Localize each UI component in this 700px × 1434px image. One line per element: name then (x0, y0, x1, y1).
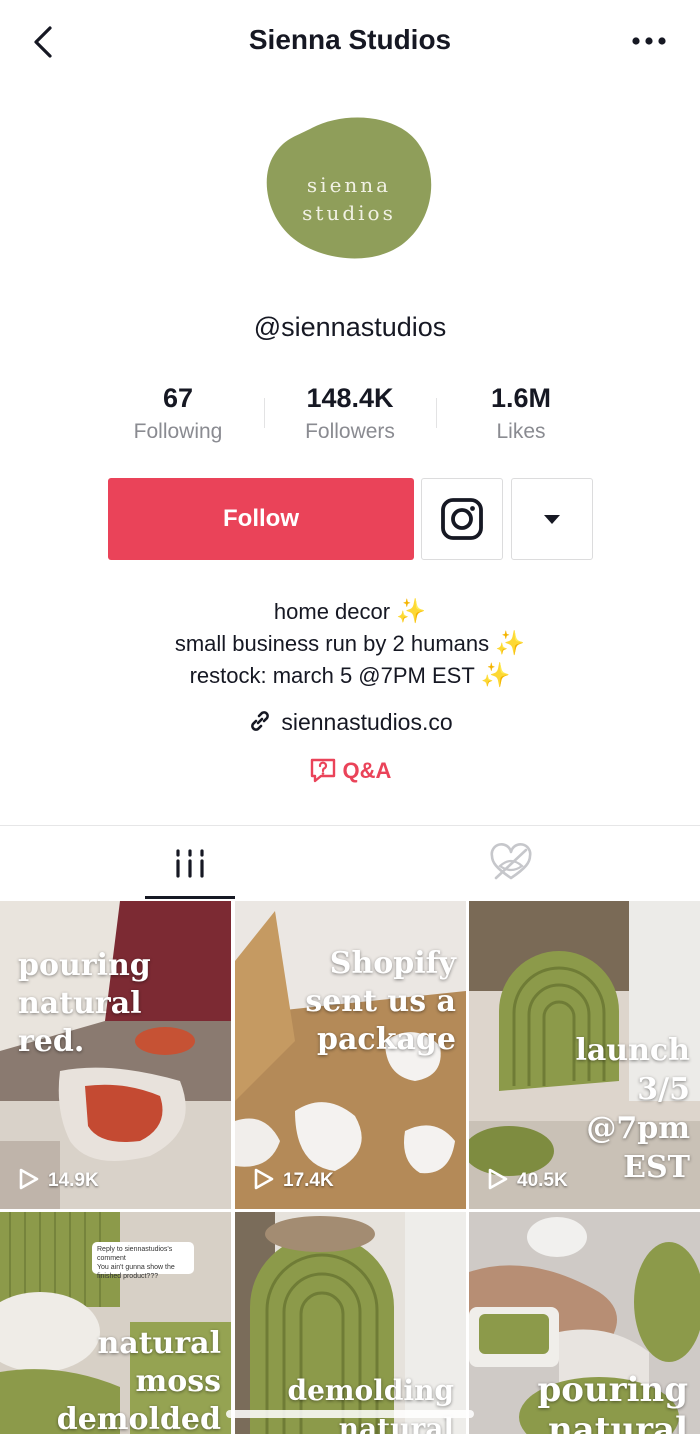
bio-line: home decor ✨ (273, 598, 427, 625)
video-caption: Shopify sent us a package (305, 946, 456, 1057)
tab-videos[interactable] (145, 826, 235, 900)
profile-stats: 67 Following 148.4K Followers 1.6M Likes (0, 380, 700, 450)
question-bubble-icon (310, 758, 335, 783)
video-thumbnail[interactable]: Reply to siennastudios's comment You ain'… (0, 1212, 231, 1434)
follow-button[interactable]: Follow (108, 478, 414, 560)
qa-label: Q&A (342, 758, 392, 783)
page-title: Sienna Studios (248, 24, 452, 55)
tabs-divider (0, 825, 700, 826)
more-horizontal-icon (632, 37, 666, 45)
video-grid: pouring natural red. 14.9K Shopify sent us … (0, 901, 700, 1434)
home-indicator (226, 1410, 474, 1418)
top-bar: Sienna Studios (0, 0, 700, 84)
stat-value: 148.4K (306, 383, 394, 413)
stat-followers[interactable]: 148.4K Followers (265, 380, 435, 448)
video-thumbnail[interactable]: Shopify sent us a package 17.4K (235, 901, 466, 1209)
active-tab-indicator (145, 896, 235, 899)
avatar[interactable]: sienna studios (264, 115, 434, 261)
sparkles-emoji: ✨ (495, 630, 526, 657)
sparkles-emoji: ✨ (480, 662, 511, 689)
avatar-logo-line-1: sienna (306, 173, 392, 197)
stat-likes[interactable]: 1.6M Likes (436, 380, 606, 448)
username-handle: @siennastudios (253, 312, 447, 342)
sparkles-emoji: ✨ (396, 598, 427, 625)
instagram-icon (441, 498, 483, 540)
caret-down-icon (544, 515, 560, 524)
profile-bio: home decor ✨ small business run by 2 hum… (0, 596, 700, 692)
link-icon (251, 711, 270, 731)
video-thumbnail[interactable]: launch 3/5 @7pm EST 40.5K (469, 901, 700, 1209)
stat-value: 67 (162, 383, 194, 413)
stat-label: Likes (496, 420, 546, 443)
grid-icon (176, 849, 204, 878)
liked-hidden-icon (490, 843, 532, 880)
video-caption: natural moss demolded (56, 1326, 221, 1434)
profile-website-link[interactable]: siennastudios.co (0, 708, 700, 736)
avatar-logo-line-2: studios (302, 201, 396, 225)
view-count: 40.5K (487, 1167, 568, 1192)
view-count: 14.9K (18, 1167, 99, 1192)
play-icon (488, 1168, 508, 1190)
qa-button[interactable]: Q&A (0, 756, 700, 784)
stat-value: 1.6M (490, 383, 552, 413)
tab-liked[interactable] (466, 826, 556, 900)
suggested-accounts-dropdown[interactable] (511, 478, 593, 560)
video-thumbnail[interactable]: pouring natural (469, 1212, 700, 1434)
play-icon (19, 1168, 39, 1190)
video-caption: pouring natural (537, 1370, 689, 1434)
bio-line: restock: march 5 @7PM EST ✨ (189, 662, 511, 689)
comment-reply-sticker: Reply to siennastudios's comment You ain'… (92, 1242, 194, 1280)
stat-label: Followers (305, 420, 395, 443)
stat-following[interactable]: 67 Following (93, 380, 263, 448)
link-text: siennastudios.co (281, 709, 453, 735)
instagram-button[interactable] (421, 478, 503, 560)
video-thumbnail[interactable]: demolding natural (235, 1212, 466, 1434)
play-icon (254, 1168, 274, 1190)
bio-line: small business run by 2 humans ✨ (174, 630, 526, 657)
more-options-button[interactable] (630, 28, 670, 54)
video-caption: launch 3/5 @7pm EST (575, 1033, 690, 1185)
video-caption: demolding natural (287, 1374, 454, 1434)
video-caption: pouring natural red. (18, 948, 151, 1059)
stat-label: Following (133, 420, 223, 443)
video-thumbnail[interactable]: pouring natural red. 14.9K (0, 901, 231, 1209)
view-count: 17.4K (253, 1167, 334, 1192)
